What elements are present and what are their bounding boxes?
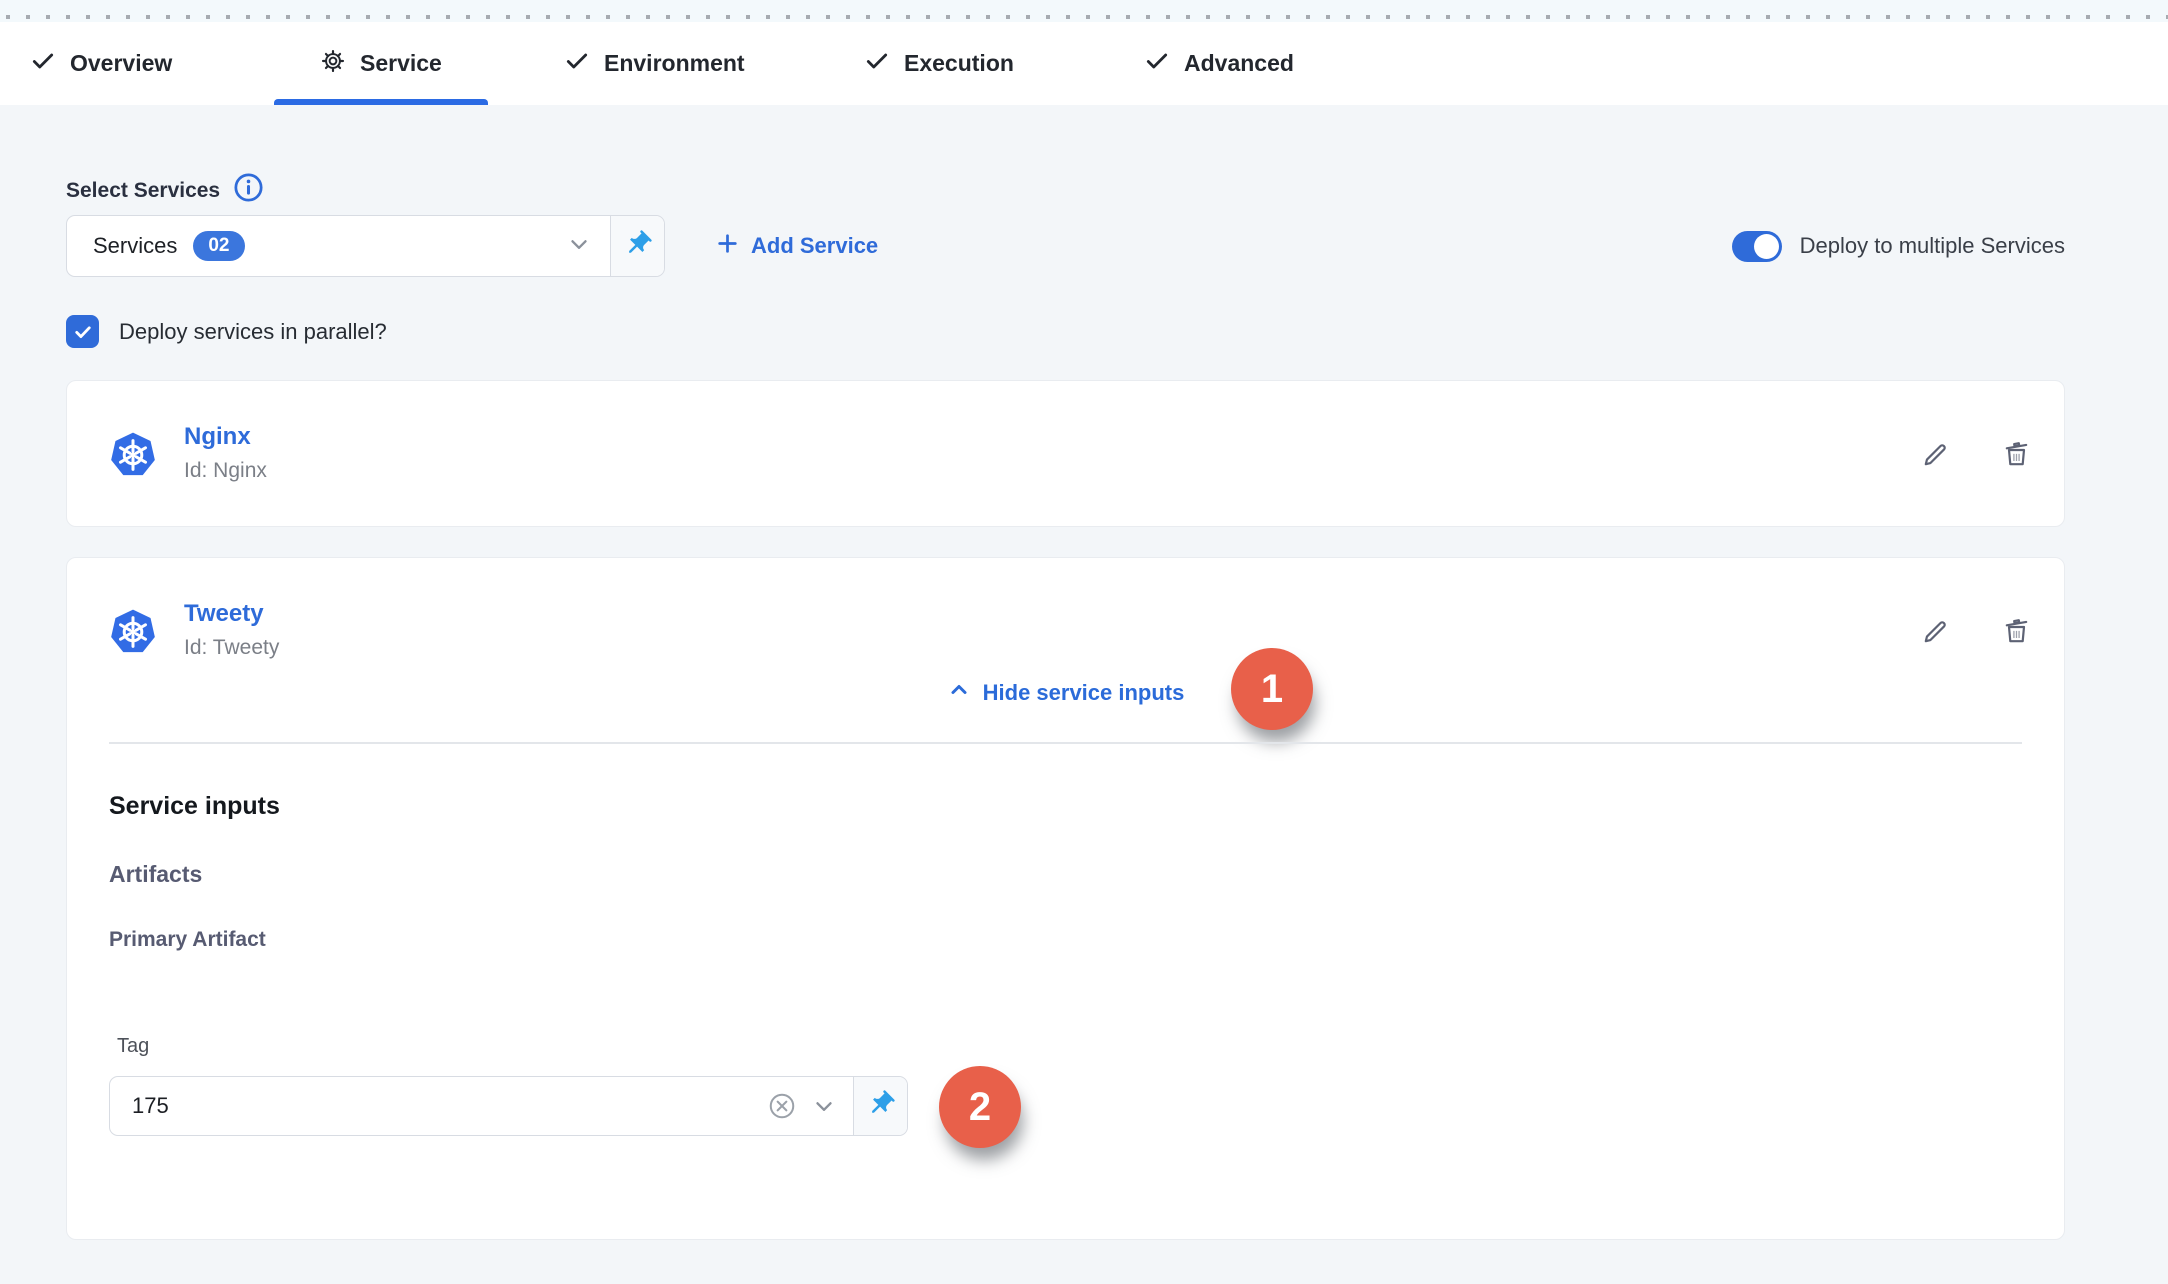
hide-service-inputs-link[interactable]: Hide service inputs [67,678,2064,708]
check-icon [1144,48,1170,80]
add-service-button[interactable]: Add Service [715,215,878,277]
chevron-down-icon[interactable] [811,1093,837,1119]
tag-label: Tag [117,1035,149,1058]
pin-icon [623,229,653,264]
artifacts-heading: Artifacts [109,861,202,888]
pin-runtime-input-button[interactable] [853,1077,907,1135]
annotation-step-2-badge: 2 [939,1066,1021,1148]
gear-icon [320,48,346,80]
clear-icon[interactable] [767,1091,797,1121]
deploy-multiple-label: Deploy to multiple Services [1800,233,2065,259]
service-id: Id: Nginx [184,459,267,483]
services-count-badge: 02 [193,231,244,261]
dotted-divider [6,15,2168,19]
check-icon [564,48,590,80]
services-dropdown-value: Services [93,233,177,259]
annotation-step-1-badge: 1 [1231,648,1313,730]
info-icon[interactable] [232,171,265,210]
pin-icon [866,1089,896,1124]
top-dotted-strip [0,0,2168,22]
services-dropdown[interactable]: Services 02 [66,215,665,277]
service-inputs-title: Service inputs [109,792,280,821]
delete-icon[interactable] [2001,439,2032,475]
tab-execution[interactable]: Execution [864,22,1014,105]
tab-environment[interactable]: Environment [564,22,745,105]
card-divider [109,742,2022,744]
tab-overview[interactable]: Overview [30,22,172,105]
edit-icon[interactable] [1920,616,1951,652]
service-name-link[interactable]: Tweety [184,600,264,628]
stage-tab-bar: Overview Service Environment Execution A… [0,22,2168,105]
kubernetes-icon [109,608,157,656]
delete-icon[interactable] [2001,616,2032,652]
service-card-actions [1920,616,2032,652]
service-card-actions [1920,439,2032,475]
edit-icon[interactable] [1920,439,1951,475]
tab-label: Advanced [1184,50,1294,77]
deploy-multiple-toggle[interactable] [1732,231,1782,262]
hide-service-inputs-label: Hide service inputs [983,680,1185,706]
select-services-text: Select Services [66,179,220,203]
tag-input[interactable] [110,1077,767,1135]
deploy-parallel-row: Deploy services in parallel? [66,315,387,348]
select-services-label: Select Services [66,171,265,210]
pin-runtime-input-button[interactable] [610,216,664,276]
service-tab-content: Select Services Services 02 Add Service … [0,105,2168,1284]
check-icon [864,48,890,80]
check-icon [30,48,56,80]
service-configuration-page: Overview Service Environment Execution A… [0,0,2168,1284]
primary-artifact-heading: Primary Artifact [109,928,266,952]
add-service-label: Add Service [751,233,878,259]
chevron-down-icon[interactable] [566,231,592,262]
deploy-parallel-label: Deploy services in parallel? [119,319,387,345]
tag-field [109,1076,908,1136]
tab-advanced[interactable]: Advanced [1144,22,1294,105]
service-card-tweety: Tweety Id: Tweety Hide service inputs 1 … [66,557,2065,1240]
kubernetes-icon [109,431,157,479]
services-dropdown-main[interactable]: Services 02 [67,216,610,276]
chevron-up-icon [947,678,971,708]
deploy-multiple-services-control: Deploy to multiple Services [1732,215,2065,277]
tab-label: Execution [904,50,1014,77]
deploy-parallel-checkbox[interactable] [66,315,99,348]
service-id: Id: Tweety [184,636,279,660]
plus-icon [715,231,740,262]
tab-label: Environment [604,50,745,77]
tab-label: Overview [70,50,172,77]
service-card-nginx: Nginx Id: Nginx [66,380,2065,527]
service-name-link[interactable]: Nginx [184,423,251,451]
toggle-knob [1754,234,1779,259]
tab-label: Service [360,50,442,77]
tab-service[interactable]: Service [274,22,488,105]
